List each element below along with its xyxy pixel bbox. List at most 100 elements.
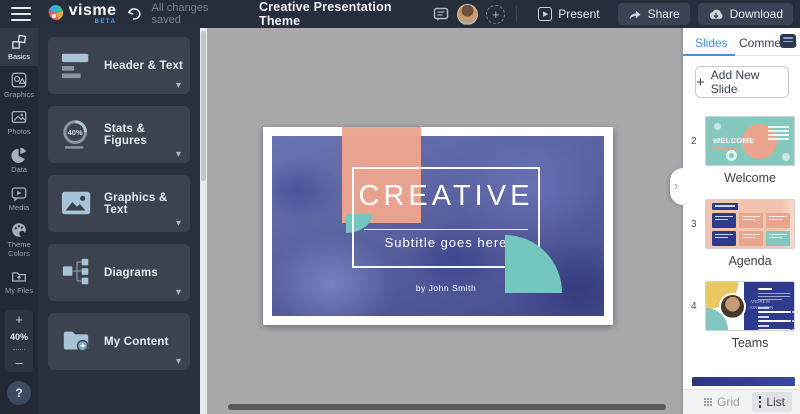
slide-label: Welcome <box>705 171 795 185</box>
topbar: visme BETA All changes saved Creative Pr… <box>0 0 800 28</box>
add-new-slide-button[interactable]: + Add New Slide <box>695 66 789 98</box>
zoom-control: + 40% – <box>5 310 33 372</box>
zoom-in-button[interactable]: + <box>15 314 23 325</box>
panel-scrollbar[interactable] <box>200 28 207 414</box>
comments-icon[interactable] <box>433 7 449 22</box>
sidebar-item-basics[interactable]: Basics <box>0 28 38 66</box>
decorative-line <box>713 147 737 149</box>
document-title[interactable]: Creative Presentation Theme <box>259 0 433 28</box>
panel-card-stats-figures[interactable]: 40% Stats & Figures ▾ <box>48 106 190 163</box>
slide-label: Agenda <box>705 254 795 268</box>
sidebar-item-theme-colors[interactable]: Theme Colors <box>0 216 38 262</box>
media-icon <box>10 184 28 202</box>
caret-down-icon[interactable]: ▾ <box>176 287 181 298</box>
text-lines-icon <box>61 49 93 81</box>
slide-label: Teams <box>705 336 795 350</box>
cloud-download-icon <box>708 8 724 20</box>
caret-down-icon[interactable]: ▾ <box>176 356 181 367</box>
basics-icon <box>10 33 28 51</box>
slide-thumbnail-welcome[interactable]: WELCOME <box>705 116 795 166</box>
slide-number: 2 <box>691 136 704 147</box>
slide-thumbnail-partial[interactable] <box>692 377 795 386</box>
slide-title[interactable]: CREATIVE <box>352 180 540 213</box>
share-icon <box>628 8 642 21</box>
present-button[interactable]: ▶ Present <box>528 3 609 25</box>
slide-number: 4 <box>691 301 704 312</box>
panel-card-graphics-text[interactable]: Graphics & Text ▾ <box>48 175 190 232</box>
caret-down-icon[interactable]: ▾ <box>176 149 181 160</box>
decorative-line <box>758 316 769 318</box>
slide-overlay: CREATIVE Subtitle goes here by John Smit… <box>272 136 604 316</box>
decorative-circle <box>714 123 721 130</box>
agenda-tile <box>712 231 736 246</box>
visme-logo[interactable]: visme BETA <box>46 3 117 25</box>
slides-panel: Slides Comments + Add New Slide › 2 WELC… <box>683 28 800 414</box>
slide-canvas[interactable]: CREATIVE Subtitle goes here by John Smit… <box>263 127 613 325</box>
topbar-divider <box>516 6 517 22</box>
decorative-ring <box>726 150 737 161</box>
photos-icon <box>10 108 28 126</box>
org-chart-icon <box>61 256 93 288</box>
slide-title-divider <box>364 229 528 230</box>
sidebar-item-photos[interactable]: Photos <box>0 103 38 141</box>
slide-thumbnail-agenda[interactable] <box>705 199 795 249</box>
share-button[interactable]: Share <box>618 3 690 25</box>
download-button[interactable]: Download <box>698 3 793 25</box>
slide-thumbnail-teams[interactable]: ANDREW KINGSTON <box>705 281 795 331</box>
help-button[interactable]: ? <box>7 381 31 405</box>
decorative-line <box>758 293 790 294</box>
list-icon <box>759 396 762 408</box>
grid-view-button[interactable]: Grid <box>697 392 747 412</box>
list-view-button[interactable]: List <box>752 392 792 412</box>
team-member-name: ANDREW KINGSTON <box>750 299 770 311</box>
donut-chart-icon: 40% <box>61 118 93 150</box>
slide-number: 3 <box>691 219 704 230</box>
sidebar-item-graphics[interactable]: Graphics <box>0 66 38 104</box>
logo-wordmark: visme <box>69 2 117 19</box>
caret-down-icon[interactable]: ▾ <box>176 218 181 229</box>
view-toggle-bar: Grid List <box>683 389 800 414</box>
decorative-bar <box>758 311 791 314</box>
decorative-bar <box>758 320 791 323</box>
sidebar-item-my-files[interactable]: My Files <box>0 262 38 300</box>
canvas-horizontal-scrollbar[interactable] <box>228 404 666 410</box>
add-collaborator-button[interactable]: + <box>486 5 505 24</box>
panel-card-diagrams[interactable]: Diagrams ▾ <box>48 244 190 301</box>
zoom-divider <box>13 349 25 350</box>
decorative-text-lines <box>768 126 789 142</box>
decorative-bar <box>758 329 791 332</box>
panel-options-icon[interactable] <box>780 34 796 48</box>
agenda-tile <box>739 213 763 228</box>
slide-thumbnail-row: 4 ANDREW KINGSTON Teams <box>691 281 795 349</box>
plus-icon: + <box>696 74 705 91</box>
palette-icon <box>10 221 28 239</box>
files-folder-icon <box>10 267 28 285</box>
panel-collapse-handle[interactable]: › <box>670 168 683 205</box>
panel-card-header-text[interactable]: Header & Text ▾ <box>48 37 190 94</box>
agenda-tile <box>739 231 763 246</box>
undo-icon[interactable] <box>126 7 141 21</box>
tab-slides[interactable]: Slides <box>695 36 728 50</box>
panel-card-my-content[interactable]: My Content ▾ <box>48 313 190 370</box>
slide-thumbnail-row: 2 WELCOME Welcome <box>691 116 795 184</box>
visme-editor-window: visme BETA All changes saved Creative Pr… <box>0 0 800 414</box>
graphics-icon <box>10 71 28 89</box>
decorative-line <box>758 288 772 290</box>
basics-panel: Header & Text ▾ 40% Stats & Figures ▾ Gr… <box>38 28 207 414</box>
beta-badge: BETA <box>69 19 117 25</box>
avatar[interactable] <box>457 4 478 25</box>
slide-byline[interactable]: by John Smith <box>352 283 540 293</box>
folder-plus-icon <box>61 325 93 357</box>
team-member-photo <box>719 293 746 320</box>
save-status: All changes saved <box>151 2 239 26</box>
caret-down-icon[interactable]: ▾ <box>176 80 181 91</box>
slides-panel-header: Slides Comments <box>683 28 800 56</box>
pie-chart-icon <box>10 146 28 164</box>
menu-icon[interactable] <box>11 7 31 21</box>
slide-thumbnail-row: 3 Agenda <box>691 199 795 267</box>
sidebar-item-data[interactable]: Data <box>0 141 38 179</box>
sidebar-item-media[interactable]: Media <box>0 179 38 217</box>
agenda-tile <box>712 213 736 228</box>
agenda-tile <box>766 231 790 246</box>
zoom-out-button[interactable]: – <box>15 357 22 368</box>
